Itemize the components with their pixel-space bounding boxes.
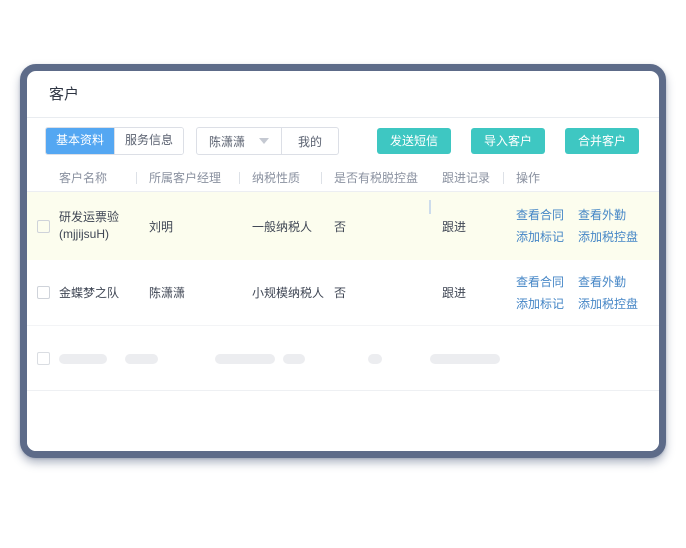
skeleton-bar	[215, 354, 275, 364]
has-tax-disk: 否	[334, 286, 347, 300]
table-row: 研发运票验 (mjjijsuH) 刘明 一般纳税人 否 跟进 查看合同 查看外勤…	[27, 192, 659, 260]
customer-name: 研发运票验	[59, 210, 120, 224]
customer-name-suffix: (mjjijsuH)	[59, 227, 109, 241]
follow-up-record: 跟进	[442, 219, 467, 234]
customer-panel: 客户 基本资料 服务信息 陈潇潇 我的 发送短信 导入客户 合并客户 客户名称 …	[20, 64, 666, 458]
manager-select-value: 陈潇潇	[209, 134, 246, 149]
add-mark-link[interactable]: 添加标记	[516, 293, 564, 315]
header-tax-disk: 是否有税脱控盘	[334, 171, 419, 185]
table-header: 客户名称 所属客户经理 纳税性质 是否有税脱控盘 跟进记录 操作	[27, 164, 659, 192]
table-row: 金蝶梦之队 陈潇潇 小规模纳税人 否 跟进 查看合同 查看外勤 添加标记 添加税…	[27, 260, 659, 326]
header-customer-name: 客户名称	[59, 164, 149, 191]
tax-type: 一般纳税人	[252, 219, 313, 234]
send-sms-button[interactable]: 发送短信	[376, 128, 451, 154]
empty-footer	[27, 391, 659, 451]
skeleton-bar	[283, 354, 305, 364]
tax-type: 小规模纳税人	[252, 286, 325, 300]
row-checkbox[interactable]	[37, 219, 50, 233]
manager-select[interactable]: 陈潇潇	[197, 128, 281, 154]
customer-name: 金蝶梦之队	[59, 286, 120, 300]
operations: 查看合同 查看外勤 添加标记 添加税控盘	[516, 271, 659, 315]
view-fieldwork-link[interactable]: 查看外勤	[578, 204, 626, 226]
skeleton-bar	[368, 354, 382, 364]
tab-service-info[interactable]: 服务信息	[114, 128, 184, 154]
account-manager: 陈潇潇	[149, 286, 186, 300]
header-tax-type: 纳税性质	[252, 164, 334, 191]
loading-row	[27, 326, 659, 391]
skeleton-bar	[125, 354, 158, 364]
page-title: 客户	[27, 71, 659, 118]
add-tax-disk-link[interactable]: 添加税控盘	[578, 226, 638, 248]
add-tax-disk-link[interactable]: 添加税控盘	[578, 293, 638, 315]
has-tax-disk: 否	[334, 219, 347, 234]
row-checkbox[interactable]	[37, 352, 50, 365]
header-operations: 操作	[516, 171, 541, 185]
operations: 查看合同 查看外勤 添加标记 添加税控盘	[516, 204, 659, 248]
toolbar: 基本资料 服务信息 陈潇潇 我的 发送短信 导入客户 合并客户	[27, 118, 659, 164]
header-checkbox-spacer	[27, 164, 59, 191]
account-manager: 刘明	[149, 219, 174, 234]
import-customer-button[interactable]: 导入客户	[470, 128, 545, 154]
column-divider-tick	[429, 200, 431, 214]
merge-customer-button[interactable]: 合并客户	[564, 128, 639, 154]
manager-filter-group: 陈潇潇 我的	[196, 127, 340, 155]
add-mark-link[interactable]: 添加标记	[516, 226, 564, 248]
chevron-down-icon	[259, 138, 270, 144]
view-contract-link[interactable]: 查看合同	[516, 271, 564, 293]
view-contract-link[interactable]: 查看合同	[516, 204, 564, 226]
row-checkbox[interactable]	[37, 286, 50, 299]
tab-group: 基本资料 服务信息	[45, 127, 185, 155]
tab-basic-info[interactable]: 基本资料	[46, 128, 115, 154]
mine-button[interactable]: 我的	[281, 128, 338, 154]
skeleton-bar	[430, 354, 500, 364]
follow-up-record: 跟进	[442, 286, 467, 300]
header-account-manager: 所属客户经理	[149, 164, 252, 191]
view-fieldwork-link[interactable]: 查看外勤	[578, 271, 626, 293]
skeleton-bar	[59, 354, 107, 364]
header-follow-up: 跟进记录	[442, 164, 516, 191]
